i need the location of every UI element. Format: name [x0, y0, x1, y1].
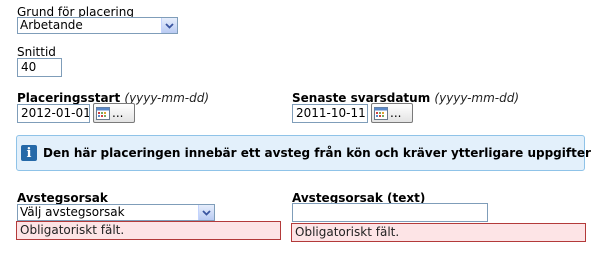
calendar-icon	[96, 106, 110, 120]
chevron-down-icon[interactable]	[198, 205, 214, 220]
deviation-reason-value: Välj avstegsorsak	[20, 205, 125, 219]
last-reply-date-picker-label: ...	[390, 106, 402, 120]
placement-reason-select[interactable]: Arbetande	[17, 17, 178, 34]
deviation-reason-text-input[interactable]	[292, 203, 488, 222]
deviation-info-box: i Den här placeringen innebär ett avsteg…	[16, 135, 592, 171]
info-icon: i	[21, 145, 37, 161]
placement-reason-value: Arbetande	[20, 18, 83, 32]
deviation-reason-text-error: Obligatoriskt fält.	[291, 223, 586, 242]
calendar-icon	[374, 106, 388, 120]
deviation-reason-select[interactable]: Välj avstegsorsak	[17, 204, 215, 221]
last-reply-date-format-hint: (yyyy-mm-dd)	[434, 91, 520, 105]
deviation-reason-label: Avstegsorsak	[17, 191, 108, 205]
placement-start-format-hint: (yyyy-mm-dd)	[124, 91, 210, 105]
average-time-label: Snittid	[17, 45, 56, 59]
chevron-down-icon[interactable]	[161, 18, 177, 33]
placement-start-picker-label: ...	[112, 106, 124, 120]
last-reply-date-calendar-button[interactable]: ...	[371, 103, 413, 123]
deviation-info-message: Den här placeringen innebär ett avsteg f…	[43, 146, 592, 160]
last-reply-date-input[interactable]: 2011-10-11	[292, 104, 368, 123]
average-time-input[interactable]: 40	[17, 58, 62, 77]
deviation-reason-error: Obligatoriskt fält.	[16, 221, 281, 240]
placement-start-input[interactable]: 2012-01-01	[17, 104, 90, 123]
placement-start-calendar-button[interactable]: ...	[93, 103, 135, 123]
